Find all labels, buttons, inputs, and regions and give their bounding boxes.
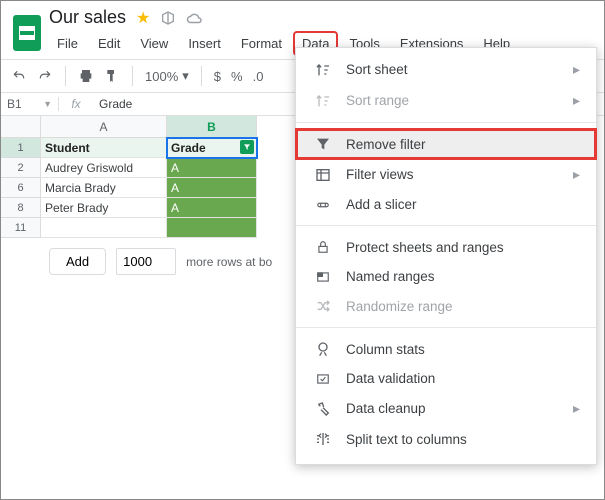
- format-currency[interactable]: $: [214, 69, 221, 84]
- menu-split-text[interactable]: Split text to columns: [296, 424, 596, 454]
- cell[interactable]: Student: [41, 138, 167, 158]
- redo-icon[interactable]: [37, 69, 53, 83]
- name-box[interactable]: B1 ▼: [1, 97, 59, 111]
- cell[interactable]: Marcia Brady: [41, 178, 167, 198]
- row-header[interactable]: 6: [1, 178, 41, 198]
- cell[interactable]: Audrey Griswold: [41, 158, 167, 178]
- data-validation-icon: [314, 372, 332, 386]
- doc-title[interactable]: Our sales: [49, 7, 126, 28]
- row-header[interactable]: 11: [1, 218, 41, 238]
- menu-label: Sort sheet: [346, 62, 559, 77]
- cell[interactable]: A: [167, 198, 257, 218]
- cell[interactable]: A: [167, 158, 257, 178]
- menu-sort-sheet[interactable]: Sort sheet ▸: [296, 54, 596, 85]
- sort-range-icon: [314, 93, 332, 109]
- slicer-icon: [314, 198, 332, 212]
- menu-format[interactable]: Format: [233, 32, 290, 55]
- sort-sheet-icon: [314, 62, 332, 78]
- add-rows-button[interactable]: Add: [49, 248, 106, 275]
- star-icon[interactable]: ★: [136, 8, 150, 28]
- menu-label: Split text to columns: [346, 432, 580, 447]
- format-percent[interactable]: %: [231, 69, 243, 84]
- split-text-icon: [314, 431, 332, 447]
- menu-label: Data validation: [346, 371, 580, 386]
- menu-label: Sort range: [346, 93, 559, 108]
- submenu-arrow-icon: ▸: [573, 61, 580, 78]
- cell-active[interactable]: Grade: [167, 138, 257, 158]
- filter-indicator-icon[interactable]: [240, 140, 254, 154]
- undo-icon[interactable]: [11, 69, 27, 83]
- submenu-arrow-icon: ▸: [573, 166, 580, 183]
- menu-protect-sheets[interactable]: Protect sheets and ranges: [296, 232, 596, 262]
- move-icon[interactable]: [160, 10, 176, 26]
- filter-views-icon: [314, 167, 332, 183]
- menu-label: Column stats: [346, 342, 580, 357]
- fx-icon[interactable]: fx: [59, 97, 93, 111]
- named-ranges-icon: [314, 270, 332, 284]
- formula-bar[interactable]: Grade: [93, 97, 132, 111]
- menu-remove-filter[interactable]: Remove filter: [296, 129, 596, 159]
- row-header[interactable]: 1: [1, 138, 41, 158]
- cloud-status-icon[interactable]: [186, 11, 204, 25]
- menu-add-slicer[interactable]: Add a slicer: [296, 190, 596, 219]
- menu-label: Named ranges: [346, 269, 580, 284]
- menu-label: Data cleanup: [346, 401, 559, 416]
- sheets-app-icon[interactable]: [13, 15, 41, 51]
- print-icon[interactable]: [78, 68, 94, 84]
- menu-sort-range: Sort range ▸: [296, 85, 596, 116]
- lock-icon: [314, 239, 332, 255]
- column-stats-icon: [314, 341, 332, 357]
- menu-label: Randomize range: [346, 299, 580, 314]
- chevron-down-icon: ▾: [182, 68, 189, 84]
- cell[interactable]: [167, 218, 257, 238]
- menu-data-cleanup[interactable]: Data cleanup ▸: [296, 393, 596, 424]
- paint-format-icon[interactable]: [104, 68, 120, 84]
- submenu-arrow-icon: ▸: [573, 400, 580, 417]
- cell[interactable]: A: [167, 178, 257, 198]
- menu-edit[interactable]: Edit: [90, 32, 128, 55]
- chevron-down-icon: ▼: [43, 99, 52, 109]
- menu-named-ranges[interactable]: Named ranges: [296, 262, 596, 291]
- menu-data-validation[interactable]: Data validation: [296, 364, 596, 393]
- row-header[interactable]: 8: [1, 198, 41, 218]
- data-menu-dropdown: Sort sheet ▸ Sort range ▸ Remove filter …: [295, 47, 597, 465]
- data-cleanup-icon: [314, 401, 332, 417]
- grid-corner[interactable]: [1, 116, 41, 138]
- name-box-value: B1: [7, 97, 22, 111]
- zoom-value: 100%: [145, 69, 178, 84]
- menu-label: Remove filter: [346, 137, 580, 152]
- menu-label: Add a slicer: [346, 197, 580, 212]
- submenu-arrow-icon: ▸: [573, 92, 580, 109]
- menu-column-stats[interactable]: Column stats: [296, 334, 596, 364]
- row-header[interactable]: 2: [1, 158, 41, 178]
- menu-view[interactable]: View: [132, 32, 176, 55]
- cell[interactable]: [41, 218, 167, 238]
- cell[interactable]: Peter Brady: [41, 198, 167, 218]
- column-header[interactable]: B: [167, 116, 257, 138]
- randomize-icon: [314, 298, 332, 314]
- add-rows-label: more rows at bo: [186, 255, 272, 269]
- menu-label: Filter views: [346, 167, 559, 182]
- menu-filter-views[interactable]: Filter views ▸: [296, 159, 596, 190]
- menu-file[interactable]: File: [49, 32, 86, 55]
- filter-icon: [314, 136, 332, 152]
- menu-randomize-range: Randomize range: [296, 291, 596, 321]
- zoom-select[interactable]: 100% ▾: [145, 68, 189, 84]
- column-header[interactable]: A: [41, 116, 167, 138]
- menu-insert[interactable]: Insert: [180, 32, 229, 55]
- menu-label: Protect sheets and ranges: [346, 240, 580, 255]
- add-rows-count[interactable]: [116, 248, 176, 275]
- decrease-decimal[interactable]: .0: [253, 69, 264, 84]
